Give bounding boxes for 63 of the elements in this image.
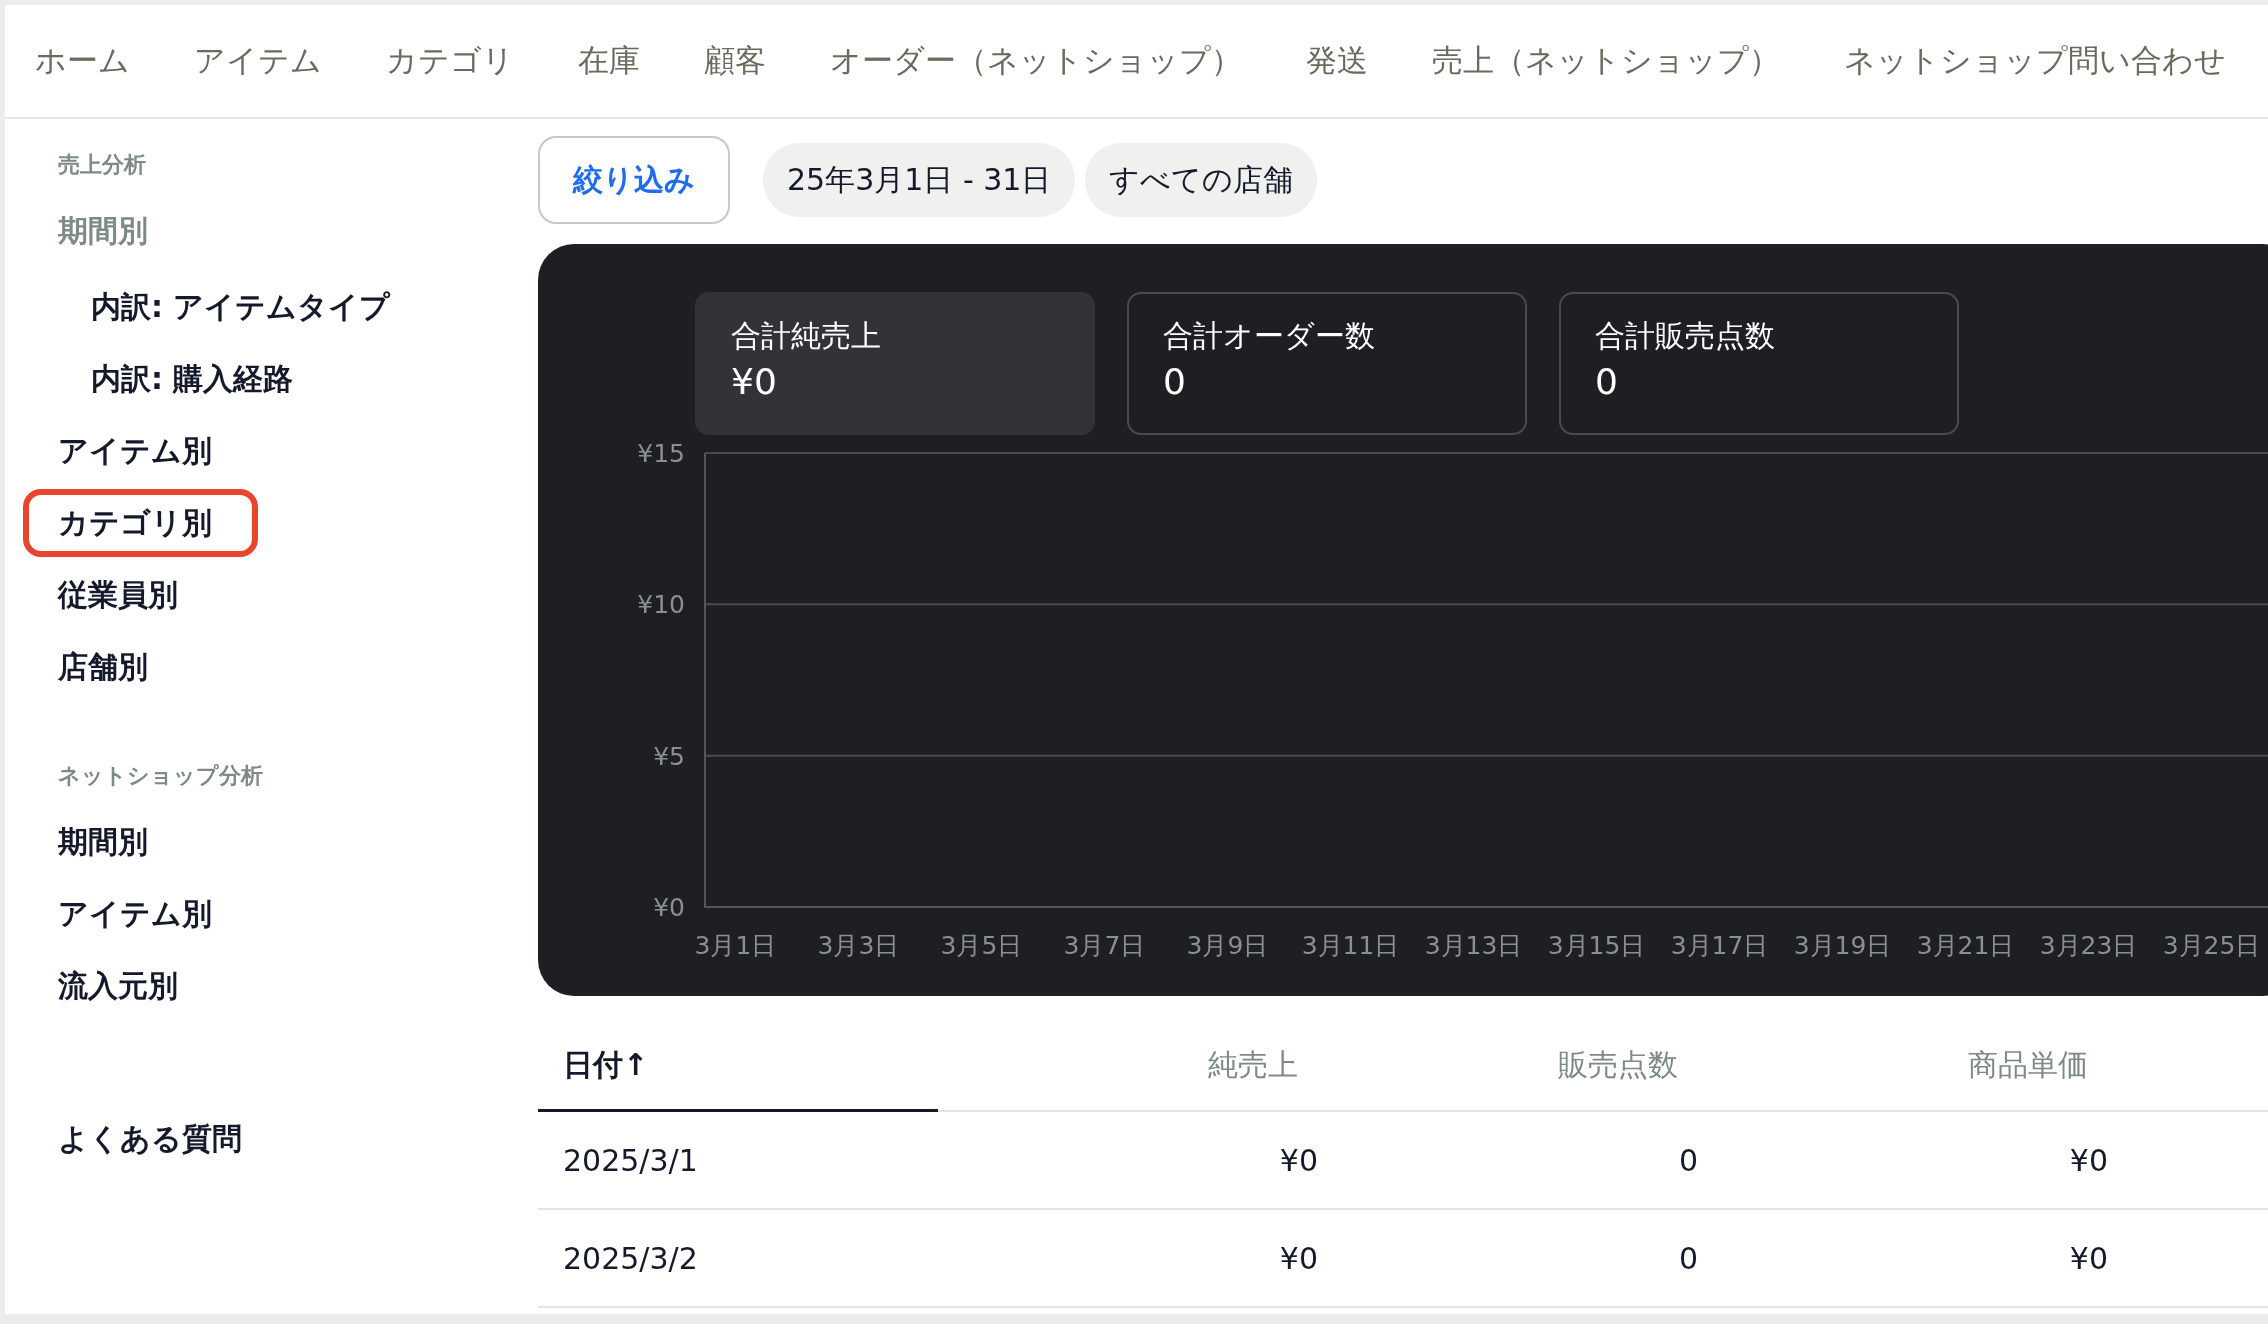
column-header[interactable]: 日付↑: [538, 1022, 938, 1112]
table-cell-text: 0: [1677, 1239, 1699, 1278]
column-header[interactable]: 純売上: [938, 1022, 1358, 1109]
axis-label: 3月13日: [1423, 930, 1524, 962]
axis-label: ¥0: [653, 893, 685, 922]
filter-button[interactable]: 絞り込み: [538, 136, 730, 224]
nav-link[interactable]: カテゴリ: [386, 40, 514, 82]
card-value: 0: [1595, 361, 1619, 402]
nav-link[interactable]: 顧客: [704, 40, 766, 82]
nav-link[interactable]: ネットショップ問い合わせ: [1844, 40, 2226, 82]
axis-label: 3月9日: [1185, 930, 1270, 962]
section-heading: ネットショップ分析: [57, 762, 264, 790]
card-label: 合計販売点数: [1595, 317, 1776, 355]
table-cell-text: 2025/3/2: [562, 1239, 699, 1278]
axis-label: 3月25日: [2161, 930, 2262, 962]
axis-label: 3月3日: [816, 930, 901, 962]
column-header[interactable]: 商品単価: [1738, 1022, 2148, 1109]
summary-card[interactable]: 合計純売上 ¥0: [695, 292, 1095, 435]
sidebar-item[interactable]: 流入元別: [23, 952, 224, 1020]
sidebar-item[interactable]: カテゴリ別: [23, 489, 258, 557]
card-label: 合計純売上: [731, 317, 882, 355]
sidebar-item[interactable]: アイテム別: [23, 417, 258, 485]
axis-label: ¥5: [653, 741, 685, 771]
sidebar-item[interactable]: 従業員別: [23, 561, 224, 629]
axis-label: ¥10: [637, 590, 685, 620]
axis-label: 3月11日: [1300, 930, 1401, 962]
sidebar-item[interactable]: 店舗別: [23, 633, 194, 701]
filter-chip[interactable]: すべての店舗: [1085, 143, 1318, 217]
nav-link[interactable]: アイテム: [194, 40, 322, 82]
nav-link[interactable]: 売上（ネットショップ）: [1432, 40, 1780, 82]
sidebar-item[interactable]: 期間別: [23, 197, 194, 265]
card-label: 合計オーダー数: [1163, 317, 1376, 355]
axis-label: 3月1日: [693, 930, 778, 962]
card-value: 0: [1163, 361, 1187, 402]
axis-label: 3月15日: [1546, 930, 1647, 962]
table-cell-text: ¥0: [2068, 1239, 2109, 1278]
table-cell-text: 0: [1677, 1141, 1699, 1180]
card-value: ¥0: [731, 361, 778, 402]
table-cell-text: ¥0: [1278, 1239, 1319, 1278]
column-header[interactable]: 販売点数: [1358, 1022, 1738, 1109]
sidebar-item[interactable]: 内訳: アイテムタイプ: [56, 273, 437, 341]
axis-label: 3月7日: [1062, 930, 1147, 962]
axis-label: ¥15: [637, 443, 685, 468]
summary-card[interactable]: 合計販売点数 0: [1559, 292, 1959, 435]
nav-link[interactable]: 在庫: [578, 40, 640, 82]
table-cell-text: ¥0: [2068, 1141, 2109, 1180]
summary-card[interactable]: 合計オーダー数 0: [1127, 292, 1527, 435]
axis-label: 3月17日: [1669, 930, 1770, 962]
axis-label: 3月19日: [1792, 930, 1893, 962]
nav-link[interactable]: 発送: [1306, 40, 1368, 82]
axis-label: 3月21日: [1915, 930, 2016, 962]
nav-link[interactable]: オーダー（ネットショップ）: [830, 40, 1242, 82]
sidebar-item[interactable]: アイテム別: [23, 880, 258, 948]
axis-label: 3月5日: [939, 930, 1024, 962]
faq-link[interactable]: よくある質問: [23, 1105, 288, 1173]
sidebar-item[interactable]: 期間別: [23, 808, 194, 876]
section-heading: 売上分析: [57, 151, 147, 179]
nav-link[interactable]: ホーム: [35, 40, 130, 82]
sidebar-item[interactable]: 内訳: 購入経路: [56, 345, 340, 413]
axis-label: 3月23日: [2038, 930, 2139, 962]
table-cell-text: ¥0: [1278, 1141, 1319, 1180]
filter-chip[interactable]: 25年3月1日 - 31日: [763, 143, 1076, 217]
table-cell-text: 2025/3/1: [562, 1141, 699, 1180]
